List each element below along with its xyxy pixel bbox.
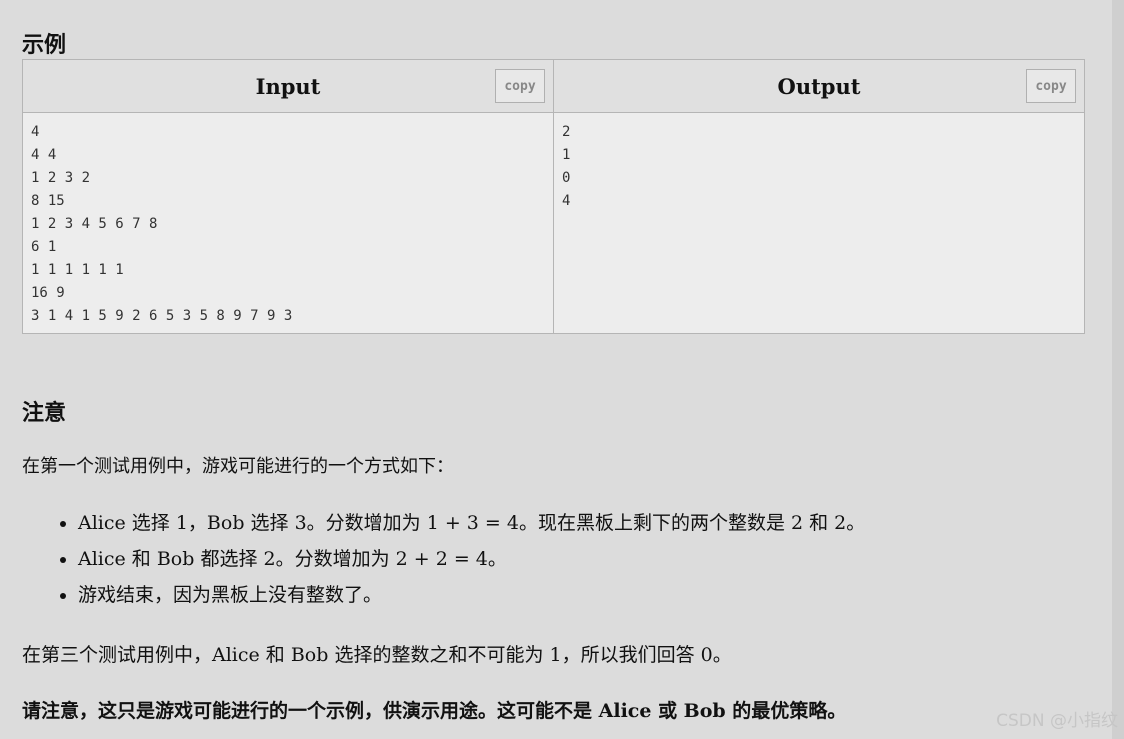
list-item: Alice 选择 1，Bob 选择 3。分数增加为 1 + 3 = 4。现在黑板… [78,505,865,541]
copy-input-button[interactable]: copy [495,69,545,103]
input-header-label: Input [255,73,321,99]
list-item: 游戏结束，因为黑板上没有整数了。 [78,577,865,613]
note-list: Alice 选择 1，Bob 选择 3。分数增加为 1 + 3 = 4。现在黑板… [22,505,865,613]
note-third-case: 在第三个测试用例中，Alice 和 Bob 选择的整数之和不可能为 1，所以我们… [22,644,732,666]
output-header-label: Output [777,73,861,99]
sample-table: Input copy 4 4 4 1 2 3 2 8 15 1 2 3 4 5 … [22,59,1085,334]
copy-output-button[interactable]: copy [1026,69,1076,103]
note-section-title: 注意 [22,401,67,426]
scrollbar-track[interactable] [1112,0,1124,739]
example-section-title: 示例 [22,33,67,58]
output-sample-text: 2 1 0 4 [562,124,571,209]
list-item: Alice 和 Bob 都选择 2。分数增加为 2 + 2 = 4。 [78,541,865,577]
input-header: Input copy [23,60,553,113]
note-emphasis: 请注意，这只是游戏可能进行的一个示例，供演示用途。这可能不是 Alice 或 B… [22,700,847,722]
watermark-text: CSDN @小指纹 [996,711,1118,731]
input-sample-text: 4 4 4 1 2 3 2 8 15 1 2 3 4 5 6 7 8 6 1 1… [31,124,293,324]
output-header: Output copy [554,60,1084,113]
input-column: Input copy 4 4 4 1 2 3 2 8 15 1 2 3 4 5 … [23,60,553,333]
note-intro: 在第一个测试用例中，游戏可能进行的一个方式如下： [22,456,454,477]
output-column: Output copy 2 1 0 4 [553,60,1084,333]
